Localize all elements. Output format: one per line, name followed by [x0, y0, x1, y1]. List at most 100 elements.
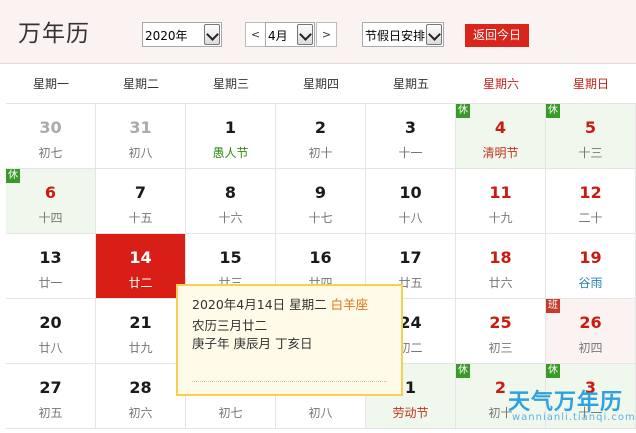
month-select[interactable]: 4月: [265, 22, 315, 47]
lunar-label: 廿六: [488, 276, 513, 290]
day-number: 30: [39, 118, 62, 137]
day-cell[interactable]: 13 廿一: [6, 234, 96, 299]
watermark-url: wannianli.tianqi.com: [512, 412, 636, 423]
day-cell[interactable]: 7 十五: [96, 169, 186, 234]
weekday-label: 星期六: [482, 77, 519, 91]
lunar-label: 初七: [218, 406, 243, 420]
weekday-header: 星期一 星期二 星期三 星期四 星期五 星期六 星期日: [6, 64, 636, 104]
day-cell[interactable]: 9 十七: [276, 169, 366, 234]
weekday-label: 星期日: [572, 77, 609, 91]
lunar-label: 初十: [308, 146, 333, 160]
tooltip-lunar: 农历三月廿二: [192, 318, 268, 333]
tooltip-divider: [192, 381, 387, 382]
day-number: 3: [404, 118, 417, 137]
day-cell[interactable]: 班 26 初四: [546, 299, 636, 364]
prev-month-button[interactable]: <: [245, 22, 266, 47]
next-month-button[interactable]: >: [316, 22, 337, 47]
weekday-label: 星期五: [392, 77, 429, 91]
weekday-label: 星期一: [32, 77, 69, 91]
lunar-label: 十三: [578, 146, 603, 160]
tooltip-zodiac: 白羊座: [330, 297, 369, 312]
lunar-label: 廿九: [128, 341, 153, 355]
lunar-label: 廿八: [38, 341, 63, 355]
day-cell[interactable]: 30 初七: [6, 104, 96, 169]
day-cell[interactable]: 18 廿六: [456, 234, 546, 299]
rest-badge: 休: [6, 169, 20, 183]
lunar-label: 愚人节: [212, 146, 249, 160]
year-select[interactable]: 2020年: [142, 22, 222, 47]
day-cell[interactable]: 28 初六: [96, 364, 186, 429]
day-number: 21: [129, 313, 152, 332]
day-number: 13: [39, 248, 62, 267]
tooltip-ganzhi: 庚子年 庚辰月 丁亥日: [192, 336, 313, 351]
holiday-select-value: 节假日安排: [365, 29, 426, 43]
chevron-down-icon[interactable]: [297, 24, 313, 45]
day-number: 1: [224, 118, 237, 137]
day-cell[interactable]: 12 二十: [546, 169, 636, 234]
day-number: 2: [314, 118, 327, 137]
chevron-down-icon[interactable]: [204, 24, 220, 45]
day-number: 15: [219, 248, 242, 267]
day-number: 9: [314, 183, 327, 202]
day-number: 8: [224, 183, 237, 202]
day-number: 26: [579, 313, 602, 332]
day-number: 6: [44, 183, 57, 202]
day-number: 19: [579, 248, 602, 267]
day-detail-tooltip: 2020年4月14日 星期二 白羊座 农历三月廿二 庚子年 庚辰月 丁亥日: [176, 284, 403, 396]
day-number: 18: [489, 248, 512, 267]
day-number: 11: [489, 183, 512, 202]
lunar-label: 初五: [38, 406, 63, 420]
tooltip-date: 2020年4月14日 星期二: [192, 297, 327, 312]
chevron-down-icon[interactable]: [426, 24, 442, 45]
lunar-label: 十四: [38, 211, 63, 225]
lunar-label: 初三: [488, 341, 513, 355]
rest-badge: 休: [456, 364, 470, 378]
day-number: 31: [129, 118, 152, 137]
day-cell[interactable]: 休 6 十四: [6, 169, 96, 234]
day-cell[interactable]: 8 十六: [186, 169, 276, 234]
day-number: 27: [39, 378, 62, 397]
lunar-label: 十九: [488, 211, 513, 225]
lunar-label: 劳动节: [392, 406, 429, 420]
lunar-label: 廿一: [38, 276, 63, 290]
day-cell[interactable]: 19 谷雨: [546, 234, 636, 299]
day-number: 7: [134, 183, 147, 202]
day-cell[interactable]: 3 十一: [366, 104, 456, 169]
holiday-select[interactable]: 节假日安排: [362, 22, 444, 47]
day-cell[interactable]: 21 廿九: [96, 299, 186, 364]
day-cell[interactable]: 10 十八: [366, 169, 456, 234]
return-today-button[interactable]: 返回今日: [465, 24, 529, 47]
day-cell[interactable]: 20 廿八: [6, 299, 96, 364]
day-number: 14: [129, 248, 152, 267]
day-cell[interactable]: 休 5 十三: [546, 104, 636, 169]
weekday-label: 星期四: [302, 77, 339, 91]
page-title: 万年历: [18, 21, 90, 47]
lunar-label: 十五: [128, 211, 153, 225]
day-number: 12: [579, 183, 602, 202]
calendar-header: 万年历 2020年 < 4月 > 节假日安排 返回今日: [0, 0, 636, 64]
weekday-label: 星期二: [122, 77, 159, 91]
lunar-label: 清明节: [482, 146, 519, 160]
watermark-logo: 天气万年历 wannianli.tianqi.com: [498, 380, 636, 430]
day-cell[interactable]: 2 初十: [276, 104, 366, 169]
lunar-label: 初四: [578, 341, 603, 355]
day-cell[interactable]: 31 初八: [96, 104, 186, 169]
day-cell[interactable]: 休 4 清明节: [456, 104, 546, 169]
day-cell[interactable]: 11 十九: [456, 169, 546, 234]
rest-badge: 休: [546, 104, 560, 118]
month-select-value: 4月: [268, 29, 288, 43]
lunar-label: 初八: [308, 406, 333, 420]
workday-badge: 班: [546, 299, 560, 313]
lunar-label: 谷雨: [578, 276, 603, 290]
day-cell[interactable]: 14 廿二: [96, 234, 186, 299]
day-cell[interactable]: 27 初五: [6, 364, 96, 429]
lunar-label: 十一: [398, 146, 423, 160]
rest-badge: 休: [546, 364, 560, 378]
day-number: 25: [489, 313, 512, 332]
day-cell[interactable]: 1 愚人节: [186, 104, 276, 169]
year-select-value: 2020年: [145, 29, 188, 43]
day-number: 5: [584, 118, 597, 137]
day-number: 17: [399, 248, 422, 267]
lunar-label: 初八: [128, 146, 153, 160]
day-cell[interactable]: 25 初三: [456, 299, 546, 364]
